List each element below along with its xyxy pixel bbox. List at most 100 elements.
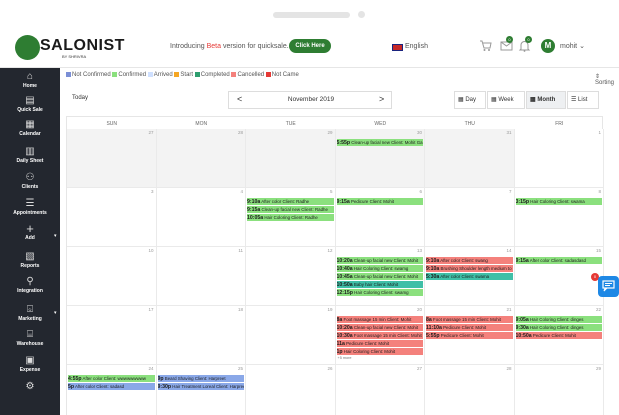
day-cell[interactable]: 30 5:55p Clean-up facial new Client: Mohi…: [335, 129, 425, 188]
user-menu[interactable]: mohit ⌄: [560, 42, 585, 50]
sidebar-item-marketing[interactable]: ⌺ Marketing ▾: [0, 304, 60, 322]
appointment-event[interactable]: 10:20a Clean-up facial new Client: Mohit: [336, 257, 423, 264]
day-cell[interactable]: 20 8a Foot massage 15 min Client: Mohit 10…: [335, 306, 425, 365]
day-number: 11: [238, 248, 243, 253]
sidebar-item-quick-sale[interactable]: ▤ Quick Sale: [0, 95, 60, 113]
appointment-event[interactable]: 9:15a Clean-up facial new Client: Radhe: [247, 206, 334, 213]
day-cell[interactable]: 5 9:10a After color Client: Radhe 9:15a Cl…: [246, 188, 336, 247]
appointment-event[interactable]: 9p Beard Shaving Client: Harpreet: [157, 375, 244, 382]
appointment-event[interactable]: 10:45a Clean-up facial new Client: Mohit: [336, 273, 423, 280]
sidebar-item-calendar[interactable]: ▦ Calendar: [0, 119, 60, 137]
day-cell[interactable]: 12: [246, 247, 336, 306]
day-cell[interactable]: 3: [67, 188, 157, 247]
sidebar-item-settings[interactable]: ⚙: [0, 381, 60, 393]
view-day-button[interactable]: ▦ Day: [454, 91, 486, 109]
day-cell[interactable]: 22 9:05a Hair Coloring Client: dinges 9:30…: [514, 306, 604, 365]
chevron-down-icon: ▾: [54, 310, 57, 316]
logo-text[interactable]: SALONIST: [40, 37, 125, 55]
day-cell[interactable]: 6 9:15a Pedicure Client: Mohit: [335, 188, 425, 247]
day-cell[interactable]: 28: [425, 365, 515, 415]
day-cell[interactable]: 7: [425, 188, 515, 247]
event-time: 9:05a: [515, 317, 529, 323]
day-cell[interactable]: 31: [425, 129, 515, 188]
appointment-event[interactable]: 8a Foot massage 15 min Client: Mohit: [426, 316, 513, 323]
sidebar-item-label: Quick Sale: [17, 107, 43, 113]
appointment-event[interactable]: 9:10a After color Client: Radhe: [247, 198, 334, 205]
day-cell[interactable]: 10: [67, 247, 157, 306]
appointment-event[interactable]: 12:15p Hair Coloring Client: swamg: [336, 289, 423, 296]
more-events-link[interactable]: +5 more: [338, 356, 352, 360]
sidebar-item-expense[interactable]: ▣ Expense: [0, 355, 60, 373]
appointment-event[interactable]: 5:55p Clean-up facial new Client: Mohit …: [336, 139, 423, 146]
click-here-button[interactable]: Click Here: [289, 39, 331, 53]
sidebar-item-daily-sheet[interactable]: ▥ Daily Sheet: [0, 146, 60, 164]
appointment-event[interactable]: 5p After color Client: sadasd: [68, 383, 155, 390]
day-cell[interactable]: 4: [156, 188, 246, 247]
appointment-event[interactable]: 4:55p After color Client: wwwwwwwww: [68, 375, 155, 382]
plus-icon: +: [26, 221, 34, 236]
avatar[interactable]: M: [541, 39, 555, 53]
language-select[interactable]: English: [405, 43, 428, 50]
prev-month-button[interactable]: <: [237, 94, 242, 104]
sidebar-item-home[interactable]: ⌂ Home: [0, 71, 60, 89]
appointment-event[interactable]: 8a Foot massage 15 min Client: Mohit: [336, 316, 423, 323]
day-cell[interactable]: 19: [246, 306, 336, 365]
sidebar-item-clients[interactable]: ⚇ Clients: [0, 172, 60, 190]
day-cell[interactable]: 1: [514, 129, 604, 188]
day-cell[interactable]: 29: [514, 365, 604, 415]
appointment-event[interactable]: 9:10a Brushing Shoulder length medium to: [426, 265, 513, 272]
sidebar-item-label: Expense: [19, 367, 41, 373]
day-number: 7: [508, 189, 512, 194]
sidebar-item-integration[interactable]: ⚲ Integration: [0, 276, 60, 294]
day-cell[interactable]: 13 10:20a Clean-up facial new Client: Moh…: [335, 247, 425, 306]
day-cell[interactable]: 8 3:15p Hair Coloring Client: swama: [514, 188, 604, 247]
sidebar-item-appointments[interactable]: ☰ Appointments: [0, 198, 60, 216]
appointment-event[interactable]: 10:30a Foot massage 15 min Client: Mohit: [336, 332, 423, 339]
day-cell[interactable]: 18: [156, 306, 246, 365]
appointment-event[interactable]: 10:50a Pedicure Client: Mohit: [515, 332, 602, 339]
day-number: 18: [237, 307, 243, 312]
cart-icon[interactable]: [479, 39, 492, 55]
chat-icon[interactable]: [598, 276, 619, 297]
day-cell[interactable]: 25 9p Beard Shaving Client: Harpreet 9:30p…: [156, 365, 246, 415]
appointment-event[interactable]: 10:50a Baby hair Client: Mohit: [336, 281, 423, 288]
appointment-event[interactable]: 5:55p Pedicure Client: Mohit: [426, 332, 513, 339]
day-cell[interactable]: 29: [246, 129, 336, 188]
appointment-event[interactable]: 10:20a Clean-up facial new Client: Mohit: [336, 324, 423, 331]
appointment-event[interactable]: 9:10a After color Client: swang: [426, 257, 513, 264]
day-cell[interactable]: 21 8a Foot massage 15 min Client: Mohit 11…: [425, 306, 515, 365]
appointment-event[interactable]: 9:30p Hair Treatment Loreal Client: Harp…: [157, 383, 244, 390]
day-cell[interactable]: 26: [246, 365, 336, 415]
appointment-event[interactable]: 3:15p Hair Coloring Client: swama: [515, 198, 602, 205]
view-month-button[interactable]: ▦ Month: [526, 91, 566, 109]
appointment-event[interactable]: 10:05a Hair Coloring Client: Radhe: [247, 214, 334, 221]
day-cell[interactable]: 17: [67, 306, 157, 365]
next-month-button[interactable]: >: [379, 94, 384, 104]
app-root: SALONIST BY SHRIVRA Introducing Beta ver…: [0, 0, 619, 415]
appointment-event[interactable]: 5:30a After color Client: swama: [426, 273, 513, 280]
event-time: 10:20a: [336, 258, 353, 264]
appointment-event[interactable]: 9:15a After color Client: sadasdasd: [515, 257, 602, 264]
day-cell[interactable]: 27: [335, 365, 425, 415]
sidebar-item-warehouse[interactable]: ⌸ Warehouse: [0, 329, 60, 347]
event-text: After color Client: wwwwwwwww: [82, 376, 146, 381]
appointment-event[interactable]: 9:15a Pedicure Client: Mohit: [336, 198, 423, 205]
appointment-event[interactable]: 10:40a Hair Coloring Client: swamg: [336, 265, 423, 272]
sidebar-item-add[interactable]: + Add ▾: [0, 221, 60, 241]
day-cell[interactable]: 24 4:55p After color Client: wwwwwwwww 5p …: [67, 365, 157, 415]
day-cell[interactable]: 28: [156, 129, 246, 188]
day-cell[interactable]: 11: [156, 247, 246, 306]
view-week-button[interactable]: ▦ Week: [487, 91, 525, 109]
salonist-logo-icon[interactable]: [15, 35, 40, 60]
appointment-event[interactable]: 9:05a Hair Coloring Client: dinges: [515, 316, 602, 323]
appointment-event[interactable]: 11:10a Pedicure Client: Mohit: [426, 324, 513, 331]
day-cell[interactable]: 27: [67, 129, 157, 188]
appointment-event[interactable]: 1p Hair Coloring Client: Mohit: [336, 348, 423, 355]
appointment-event[interactable]: 9:30a Hair Coloring Client: dinges: [515, 324, 602, 331]
today-button[interactable]: Today: [72, 95, 88, 101]
uk-flag-icon[interactable]: [392, 44, 403, 51]
day-cell[interactable]: 14 9:10a After color Client: swang 9:10a B…: [425, 247, 515, 306]
sidebar-item-reports[interactable]: ▧ Reports: [0, 251, 60, 269]
view-list-button[interactable]: ☰ List: [567, 91, 599, 109]
appointment-event[interactable]: 11a Pedicure Client: Mohit: [336, 340, 423, 347]
